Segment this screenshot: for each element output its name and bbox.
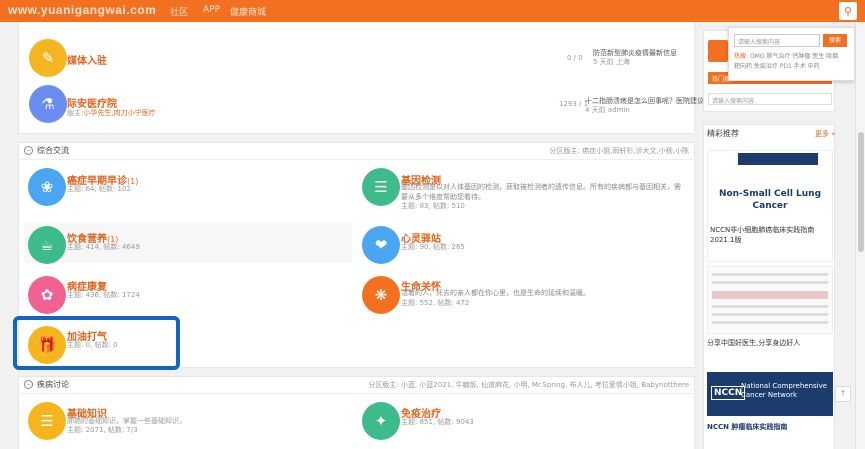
section-header[interactable]: − 综合交流 分区版主: 癌症小姐,雨轩杉,诊大文,小杨,小陈: [18, 142, 695, 160]
nav-item-shop[interactable]: 健康商城: [230, 5, 266, 18]
forum-stats: 主题: 414, 帖数: 4649: [67, 243, 140, 251]
ad-title-line2: Cancer: [752, 201, 788, 211]
hot-search-tags[interactable]: 热搜: OMG 肺气治疗 钙肿瘤 医生 吸烟 靶向药 免疫治疗 PD1 手术 中…: [734, 52, 852, 72]
wand-icon[interactable]: ✦: [362, 402, 400, 440]
ad-table-image[interactable]: [707, 266, 833, 334]
back-to-top-icon[interactable]: ↑: [835, 386, 851, 402]
section-moderators: 分区版主: 癌症小姐,雨轩杉,诊大文,小杨,小陈: [549, 146, 689, 155]
ad2-caption: 分享中国好医生,分享身边好人: [707, 339, 801, 347]
search-submit-button[interactable]: 搜索: [823, 34, 847, 47]
dandelion-icon[interactable]: ❋: [362, 276, 400, 314]
forum-stats: 主题: 436, 帖数: 1724: [67, 291, 140, 299]
ad-caption: NCCN非小细胞肺癌临床实践指南2021.1版: [710, 226, 815, 244]
ad-nccn-banner[interactable]: NCCN National Comprehensive Cancer Netwo…: [707, 372, 833, 416]
search-dropdown: 请输入搜索内容 搜索 热搜: OMG 肺气治疗 钙肿瘤 医生 吸烟 靶向药 免疫…: [728, 27, 855, 81]
forum-desc: 基因检测是以对人体基因的检测，获取被检测者的遗传信息。所有的疾病都与基因相关，需…: [401, 183, 681, 201]
tree-icon[interactable]: ✿: [28, 276, 66, 314]
dna-icon[interactable]: ❀: [28, 168, 66, 206]
section-header[interactable]: − 疾病讨论 分区版主: 小蓝, 小蓝2021, 牛腩饭, 仙道麻花, 小明, …: [18, 376, 695, 394]
ad-nccn-lung[interactable]: Non-Small Cell Lung Cancer NCCN非小细胞肺癌临床实…: [707, 150, 833, 262]
book-icon[interactable]: ☰: [28, 402, 66, 440]
ad-title-line1: Non-Small Cell Lung: [718, 189, 822, 199]
forum-last-post-sub: 5 天前 上海: [593, 58, 630, 66]
lab-icon[interactable]: ☰: [362, 168, 400, 206]
sidebar-search-input[interactable]: 请输入搜索内容: [708, 93, 832, 105]
ad2-footer: NCCN 肿瘤临床实践指南: [707, 423, 788, 431]
recommend-title: 精彩推荐: [707, 129, 739, 138]
forum-moderators: 版主:小华先生,肉刀小宁医疗: [67, 109, 156, 117]
forum-stats: 主题: 851, 帖数: 9043: [401, 418, 474, 426]
forum-stats: 主题: 90, 帖数: 265: [401, 243, 465, 251]
heart-icon[interactable]: ❤: [362, 226, 400, 264]
media-icon[interactable]: ✎: [29, 39, 67, 77]
forum-desc: 活着的人，死去的亲人都在你心里，也是生命的延续和温暖。: [401, 289, 590, 297]
search-icon[interactable]: ⚲: [839, 2, 857, 20]
forum-stats: 主题: 552, 帖数: 472: [401, 299, 470, 307]
more-link[interactable]: 更多 »: [815, 129, 836, 139]
scrollbar-thumb[interactable]: [858, 132, 864, 252]
section-moderators: 分区版主: 小蓝, 小蓝2021, 牛腩饭, 仙道麻花, 小明, Mr.Spri…: [368, 380, 689, 389]
top-forum-panel: ✎ 媒体入驻 0 / 0 防范新型肺炎疫情最新信息 5 天前 上海 ⚗ 际安医疗…: [18, 22, 704, 134]
collapse-icon[interactable]: −: [24, 146, 33, 155]
calendar-icon[interactable]: [708, 40, 728, 62]
food-icon[interactable]: ☕: [28, 226, 66, 264]
nav-item-community[interactable]: 社区: [170, 5, 188, 18]
section-title: 综合交流: [37, 146, 69, 155]
top-bar: www.yuanigangwai.com 社区 APP 健康商城 ⚲: [0, 0, 865, 22]
nccn-title: National Comprehensive Cancer Network: [741, 382, 828, 399]
forum-stats: 主题: 64, 帖数: 102: [67, 185, 131, 193]
forum-stats: 0 / 0: [567, 54, 583, 62]
selection-highlight: [13, 316, 180, 370]
page-scrollbar[interactable]: [855, 22, 865, 449]
collapse-icon[interactable]: −: [24, 380, 33, 389]
forum-stats: 主题: 83, 帖数: 510: [401, 202, 465, 210]
site-logo[interactable]: www.yuanigangwai.com: [8, 3, 156, 17]
forum-stats: 主题: 2071, 帖数: 7/3: [67, 426, 138, 434]
search-input[interactable]: 请输入搜索内容: [734, 34, 820, 47]
nav-item-app[interactable]: APP: [203, 5, 220, 15]
forum-stats: 1293 / 1: [559, 100, 589, 108]
forum-title-media[interactable]: 媒体入驻: [67, 52, 107, 67]
hospital-icon[interactable]: ⚗: [29, 85, 67, 123]
section-title: 疾病讨论: [37, 380, 69, 389]
nccn-logo-bar: [738, 153, 818, 165]
forum-last-post-sub: 4 天前 admin: [585, 106, 630, 114]
